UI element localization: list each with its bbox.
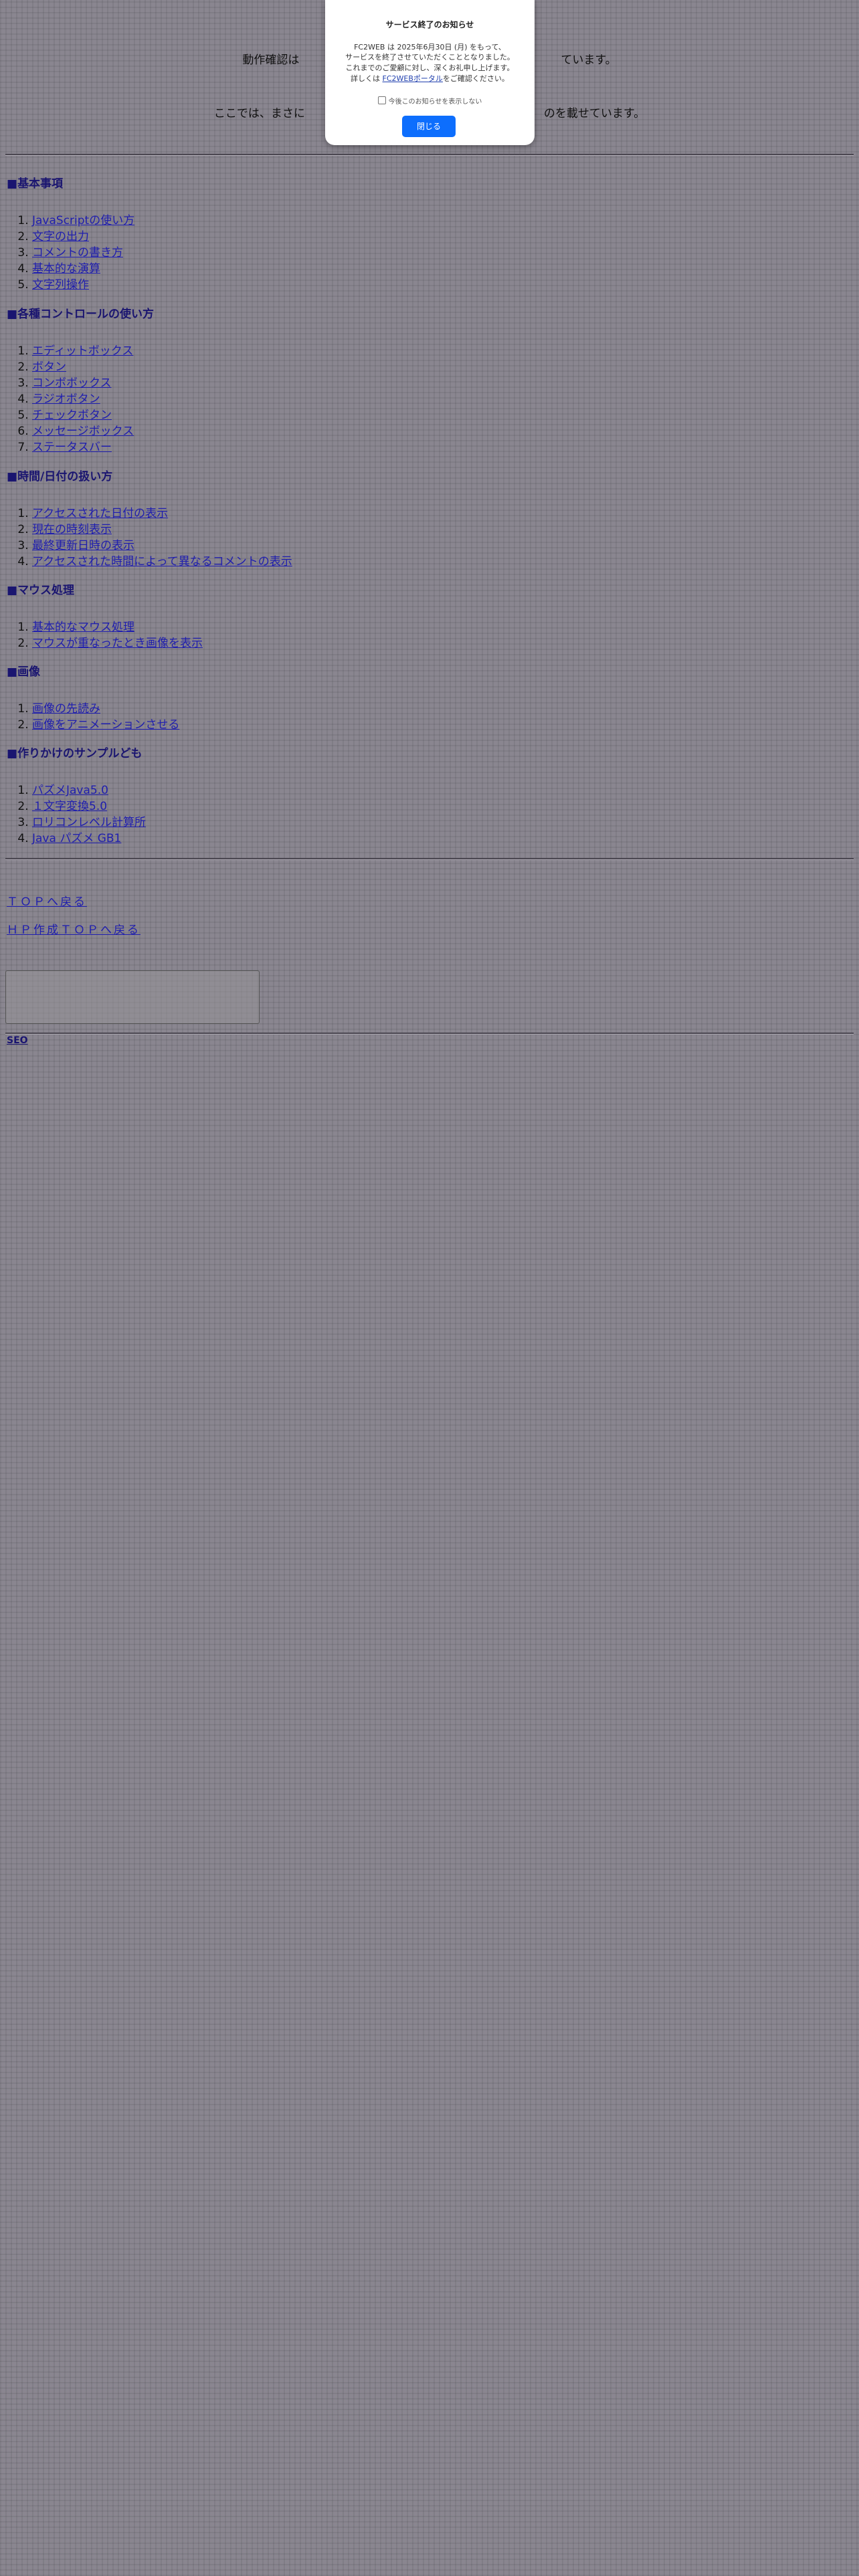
divider	[5, 1033, 854, 1035]
list-item: 最終更新日時の表示	[32, 538, 292, 554]
section-title: 画像	[17, 665, 41, 679]
link-text-output[interactable]: 文字の出力	[32, 230, 89, 243]
section-list-basics: JavaScriptの使い方 文字の出力 コメントの書き方 基本的な演算 文字列…	[5, 213, 134, 293]
link-edit-box[interactable]: エディットボックス	[32, 344, 133, 358]
top-return-link[interactable]: ＴＯＰへ戻る	[7, 892, 87, 909]
list-item: パズメJava5.0	[32, 782, 146, 798]
dialog-text: 詳しくは	[351, 74, 383, 83]
square-bullet-icon: ■	[7, 177, 18, 191]
section-heading-basics: ■基本事項	[7, 174, 63, 191]
link-basic-mouse[interactable]: 基本的なマウス処理	[32, 621, 134, 634]
hp-top-return-link[interactable]: ＨＰ作成ＴＯＰへ戻る	[7, 920, 140, 937]
section-heading-datetime: ■時間/日付の扱い方	[7, 467, 112, 484]
list-item: JavaScriptの使い方	[32, 213, 134, 229]
link-image-preload[interactable]: 画像の先読み	[32, 702, 100, 716]
section-heading-images: ■画像	[7, 662, 40, 679]
dialog-text-line: FC2WEB は 2025年6月30日 (月) をもって、	[354, 43, 506, 51]
seo-link[interactable]: SEO	[7, 1035, 28, 1046]
list-item: メッセージボックス	[32, 423, 134, 439]
square-bullet-icon: ■	[7, 665, 18, 679]
link-last-modified[interactable]: 最終更新日時の表示	[32, 539, 134, 552]
section-title: 作りかけのサンプルども	[17, 747, 142, 760]
list-item: ラジオボタン	[32, 391, 134, 407]
link-basic-operations[interactable]: 基本的な演算	[32, 262, 100, 276]
list-item: ロリコンレベル計算所	[32, 815, 146, 831]
checkbox-label: 今後このお知らせを表示しない	[388, 98, 482, 106]
dont-show-again-row: 今後このお知らせを表示しない	[325, 96, 535, 106]
list-item: Java パズメ GB1	[32, 831, 146, 847]
section-list-controls: エディットボックス ボタン コンボボックス ラジオボタン チェックボタン メッセ…	[5, 343, 134, 455]
list-item: コンボボックス	[32, 375, 134, 391]
fc2web-portal-link[interactable]: FC2WEBポータル	[383, 74, 443, 83]
list-item: 現在の時刻表示	[32, 522, 292, 538]
section-title: 時間/日付の扱い方	[17, 470, 113, 484]
link-comments[interactable]: コメントの書き方	[32, 246, 123, 259]
section-heading-samples: ■作りかけのサンプルども	[7, 744, 142, 760]
dialog-text: をご確認ください。	[442, 74, 509, 83]
list-item: 基本的なマウス処理	[32, 619, 203, 635]
list-item: ボタン	[32, 359, 134, 375]
list-item: エディットボックス	[32, 343, 134, 359]
link-button[interactable]: ボタン	[32, 360, 66, 374]
dont-show-again-checkbox[interactable]	[377, 96, 386, 104]
section-title: 基本事項	[17, 177, 64, 191]
link-combo-box[interactable]: コンボボックス	[32, 377, 112, 390]
square-bullet-icon: ■	[7, 470, 18, 484]
dialog-text-line: これまでのご愛顧に対し、深くお礼申し上げます。	[345, 64, 514, 72]
link-current-time[interactable]: 現在の時刻表示	[32, 523, 112, 536]
square-bullet-icon: ■	[7, 308, 18, 321]
section-list-mouse: 基本的なマウス処理 マウスが重なったとき画像を表示	[5, 619, 203, 651]
section-heading-controls: ■各種コントロールの使い方	[7, 304, 154, 321]
list-item: 画像の先読み	[32, 701, 179, 717]
section-list-samples: パズメJava5.0 １文字変換5.0 ロリコンレベル計算所 Java パズメ …	[5, 782, 146, 847]
link-pazume-gb1[interactable]: Java パズメ GB1	[32, 832, 121, 845]
list-item: コメントの書き方	[32, 245, 134, 261]
link-status-bar[interactable]: ステータスバー	[32, 441, 112, 454]
list-item: １文字変換5.0	[32, 798, 146, 815]
comment-textarea[interactable]	[5, 970, 260, 1024]
square-bullet-icon: ■	[7, 747, 18, 760]
list-item: アクセスされた日付の表示	[32, 506, 292, 522]
link-javascript-usage[interactable]: JavaScriptの使い方	[32, 214, 134, 227]
section-list-images: 画像の先読み 画像をアニメーションさせる	[5, 701, 179, 733]
divider	[5, 858, 854, 860]
section-heading-mouse: ■マウス処理	[7, 580, 74, 597]
list-item: 画像をアニメーションさせる	[32, 717, 179, 733]
close-button[interactable]: 閉じる	[402, 116, 456, 137]
link-message-box[interactable]: メッセージボックス	[32, 425, 134, 438]
link-access-date[interactable]: アクセスされた日付の表示	[32, 507, 168, 520]
dialog-text-line: サービスを終了させていただくこととなりました。	[345, 53, 514, 62]
link-level-calculator[interactable]: ロリコンレベル計算所	[32, 816, 146, 829]
list-item: 基本的な演算	[32, 261, 134, 277]
list-item: チェックボタン	[32, 407, 134, 423]
section-list-datetime: アクセスされた日付の表示 現在の時刻表示 最終更新日時の表示 アクセスされた時間…	[5, 506, 292, 570]
list-item: 文字列操作	[32, 277, 134, 293]
link-time-comment[interactable]: アクセスされた時間によって異なるコメントの表示	[32, 555, 292, 568]
link-char-convert[interactable]: １文字変換5.0	[32, 800, 107, 813]
list-item: ステータスバー	[32, 439, 134, 455]
list-item: アクセスされた時間によって異なるコメントの表示	[32, 554, 292, 570]
section-title: 各種コントロールの使い方	[17, 308, 155, 321]
service-end-notice-dialog: サービス終了のお知らせ FC2WEB は 2025年6月30日 (月) をもって…	[325, 0, 535, 145]
link-radio-button[interactable]: ラジオボタン	[32, 393, 100, 406]
list-item: マウスが重なったとき画像を表示	[32, 635, 203, 651]
link-string-operations[interactable]: 文字列操作	[32, 278, 89, 292]
dialog-text-line: 詳しくは FC2WEBポータルをご確認ください。	[325, 73, 535, 84]
link-check-button[interactable]: チェックボタン	[32, 409, 112, 422]
link-pazume-java[interactable]: パズメJava5.0	[32, 784, 108, 797]
dialog-title: サービス終了のお知らせ	[385, 20, 474, 29]
link-mouse-hover-image[interactable]: マウスが重なったとき画像を表示	[32, 637, 203, 650]
section-title: マウス処理	[17, 584, 75, 597]
square-bullet-icon: ■	[7, 584, 18, 597]
link-image-animation[interactable]: 画像をアニメーションさせる	[32, 718, 179, 732]
divider	[5, 154, 854, 156]
list-item: 文字の出力	[32, 229, 134, 245]
